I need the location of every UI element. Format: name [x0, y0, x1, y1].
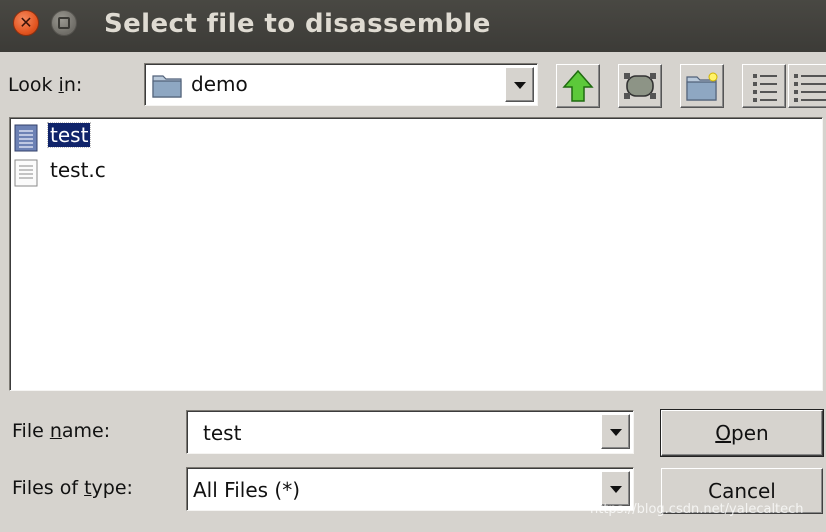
file-name-dropdown-button[interactable]: [601, 414, 630, 449]
window-title: Select file to disassemble: [104, 9, 491, 39]
details-view-button[interactable]: [788, 64, 826, 108]
title-bar: ✕ Select file to disassemble: [0, 0, 826, 52]
open-button[interactable]: Open: [660, 409, 824, 457]
look-in-combobox[interactable]: demo: [144, 63, 538, 106]
home-icon: [624, 73, 656, 99]
folder-icon: [152, 75, 182, 98]
file-name: test: [46, 122, 92, 148]
look-in-dropdown-button[interactable]: [505, 67, 534, 102]
file-name: test.c: [50, 158, 106, 182]
file-name-input[interactable]: test: [203, 421, 241, 445]
file-name-label: File name:: [12, 420, 111, 442]
close-icon: ✕: [19, 13, 33, 32]
file-name-combobox[interactable]: test: [186, 410, 634, 454]
new-folder-button[interactable]: [680, 64, 724, 108]
maximize-icon: [58, 17, 70, 29]
up-folder-icon: [562, 69, 594, 102]
file-list[interactable]: test test.c: [9, 117, 823, 391]
watermark: https://blog.csdn.net/yalecaltech: [590, 502, 804, 517]
details-view-icon: [794, 74, 826, 102]
files-of-type-value: All Files (*): [193, 478, 301, 502]
files-of-type-label: Files of type:: [12, 477, 133, 499]
maximize-window-button[interactable]: [51, 10, 77, 36]
files-of-type-combobox[interactable]: All Files (*): [186, 467, 634, 511]
new-folder-icon: [686, 72, 718, 101]
text-file-icon: [14, 159, 38, 187]
up-one-level-button[interactable]: [556, 64, 600, 108]
look-in-value: demo: [191, 72, 248, 96]
list-view-icon: [753, 74, 777, 102]
executable-file-icon: [14, 124, 38, 152]
file-chooser-dialog: ✕ Select file to disassemble Look in: de…: [0, 0, 826, 532]
list-view-button[interactable]: [742, 64, 786, 108]
close-window-button[interactable]: ✕: [13, 10, 39, 36]
files-of-type-dropdown-button[interactable]: [601, 471, 630, 506]
home-button[interactable]: [618, 64, 662, 108]
look-in-label: Look in:: [8, 74, 83, 96]
